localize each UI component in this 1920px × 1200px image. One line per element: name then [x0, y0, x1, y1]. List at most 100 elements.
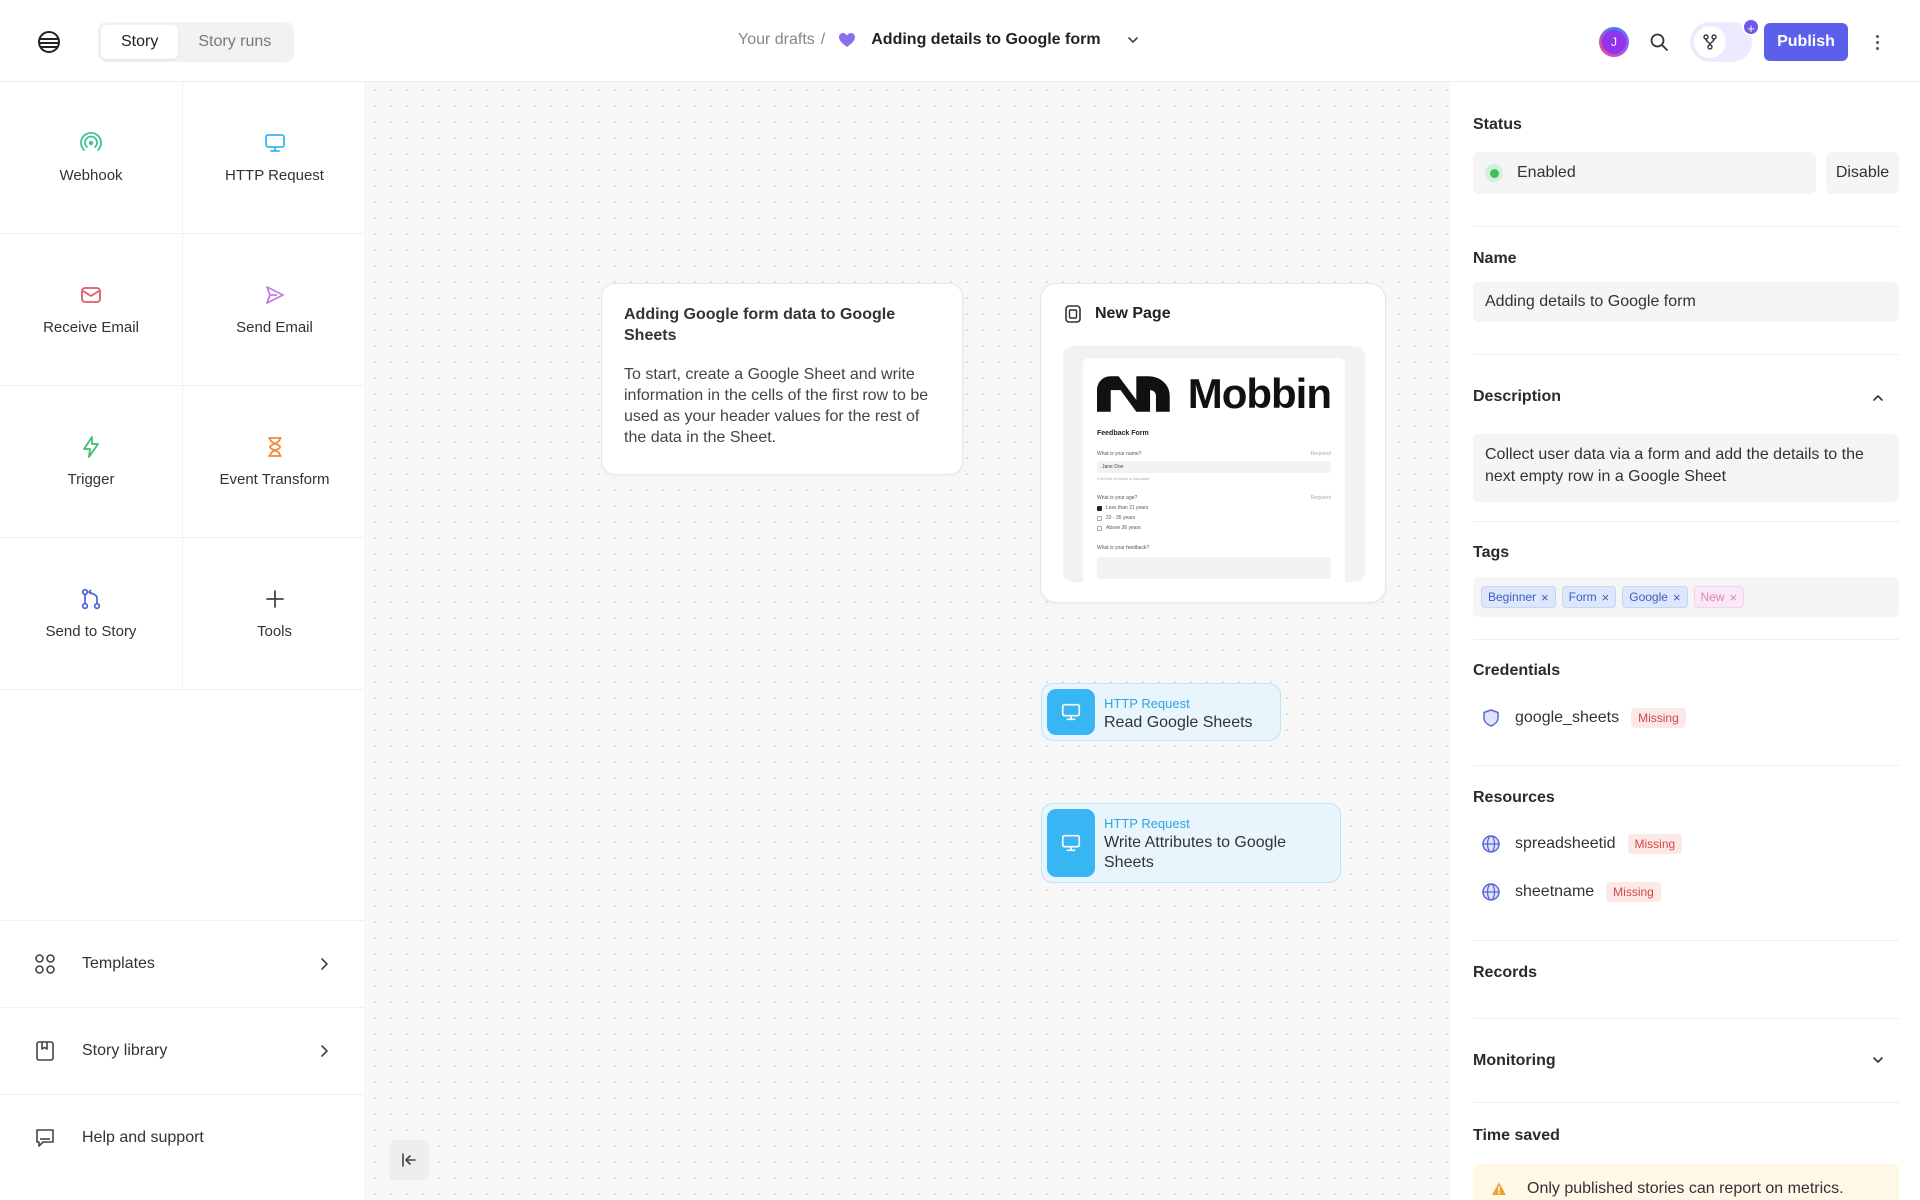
user-avatar[interactable]: J	[1599, 27, 1629, 57]
mail-icon	[81, 287, 101, 303]
tag-label: Beginner	[1488, 590, 1537, 604]
preview-option: Less than 21 years	[1097, 505, 1331, 511]
tool-webhook[interactable]: Webhook	[0, 82, 183, 234]
breadcrumb: Your drafts / Adding details to Google f…	[738, 30, 1141, 50]
resource-row[interactable]: spreadsheetid Missing	[1481, 834, 1683, 854]
chevron-up-icon[interactable]	[1870, 390, 1886, 406]
tags-field[interactable]: Beginner × Form × Google × New ×	[1473, 577, 1899, 617]
more-options-icon[interactable]	[1870, 30, 1884, 54]
tool-label: HTTP Request	[225, 167, 324, 184]
globe-icon	[1482, 883, 1500, 901]
description-textarea[interactable]: Collect user data via a form and add the…	[1473, 434, 1899, 502]
action-type-label: HTTP Request	[1104, 696, 1190, 711]
breadcrumb-parent-link[interactable]: Your drafts	[738, 31, 815, 49]
preview-question-label: What is your age?	[1097, 495, 1138, 501]
missing-badge: Missing	[1606, 882, 1661, 902]
tool-label: Webhook	[59, 167, 123, 184]
preview-required: Required	[1310, 495, 1331, 501]
app-logo-icon[interactable]	[36, 29, 62, 55]
divider	[1473, 940, 1899, 941]
branch-circle	[1694, 26, 1726, 58]
sidebar-item-templates[interactable]: Templates	[0, 920, 366, 1007]
credential-row[interactable]: google_sheets Missing	[1481, 708, 1686, 728]
tool-receive-email[interactable]: Receive Email	[0, 234, 183, 386]
note-card[interactable]: Adding Google form data to Google Sheets…	[601, 283, 963, 475]
disable-button[interactable]: Disable	[1826, 152, 1899, 194]
divider	[1473, 1102, 1899, 1103]
webhook-icon	[80, 131, 102, 151]
action-read-google-sheets[interactable]: HTTP Request Read Google Sheets	[1041, 683, 1281, 741]
tab-story[interactable]: Story	[101, 25, 179, 59]
action-write-attributes[interactable]: HTTP Request Write Attributes to Google …	[1041, 803, 1341, 883]
preview-form: Mobbin Feedback Form What is your name? …	[1083, 358, 1345, 582]
sidebar-item-label: Story library	[82, 1042, 168, 1059]
mobbin-mark-icon	[1097, 376, 1170, 412]
monitoring-heading: Monitoring	[1473, 1052, 1556, 1069]
preview-option: 22 - 35 years	[1097, 515, 1331, 521]
chevron-down-icon[interactable]	[1125, 32, 1141, 48]
properties-panel: Status Enabled Disable Name Description …	[1451, 82, 1920, 1200]
warning-icon	[1492, 1182, 1506, 1195]
alert-text: Only published stories can report on met…	[1527, 1180, 1844, 1197]
credentials-heading: Credentials	[1473, 662, 1561, 679]
story-canvas[interactable]: Adding Google form data to Google Sheets…	[367, 82, 1450, 1200]
search-icon[interactable]	[1647, 30, 1671, 54]
remove-tag-icon[interactable]: ×	[1602, 590, 1610, 605]
bookmark-icon	[36, 1041, 54, 1061]
name-input[interactable]	[1473, 282, 1899, 322]
tag-chip[interactable]: Google ×	[1622, 586, 1688, 608]
tool-event-transform[interactable]: Event Transform	[183, 386, 366, 538]
tool-send-email[interactable]: Send Email	[183, 234, 366, 386]
tab-story-runs[interactable]: Story runs	[178, 25, 291, 59]
description-heading: Description	[1473, 388, 1562, 405]
preview-question-label: What is your feedback?	[1097, 545, 1150, 551]
tool-send-to-story[interactable]: Send to Story	[0, 538, 183, 690]
divider	[1473, 765, 1899, 766]
globe-icon	[1482, 835, 1500, 853]
records-heading: Records	[1473, 964, 1538, 981]
monitor-icon	[264, 134, 285, 152]
tag-label: Form	[1568, 590, 1597, 604]
monitor-icon	[1061, 834, 1081, 852]
note-body: To start, create a Google Sheet and writ…	[624, 366, 929, 446]
sidebar-item-label: Templates	[82, 955, 155, 972]
preview-hint: Feel free to leave a nickname	[1097, 476, 1150, 481]
tag-chip[interactable]: Beginner ×	[1481, 586, 1556, 608]
preview-required: Required	[1310, 451, 1331, 457]
divider	[1473, 639, 1899, 640]
divider	[1473, 521, 1899, 522]
remove-tag-icon[interactable]: ×	[1541, 590, 1549, 605]
tag-chip[interactable]: Form ×	[1561, 586, 1617, 608]
tool-trigger[interactable]: Trigger	[0, 386, 183, 538]
chat-icon	[36, 1129, 54, 1147]
bolt-icon	[83, 436, 99, 458]
collapse-left-icon	[402, 1153, 416, 1167]
tag-label: New	[1700, 590, 1725, 604]
tag-chip[interactable]: New ×	[1693, 586, 1745, 608]
action-type-label: HTTP Request	[1104, 816, 1190, 831]
plus-badge-icon: +	[1742, 18, 1760, 36]
preview-question: What is your feedback?	[1097, 545, 1331, 551]
git-branch-icon	[81, 588, 101, 610]
sidebar-item-help-and-support[interactable]: Help and support	[0, 1094, 366, 1181]
preview-textarea	[1097, 557, 1331, 579]
sidebar-item-story-library[interactable]: Story library	[0, 1007, 366, 1094]
status-enabled-dot	[1485, 164, 1503, 182]
sidebar: Webhook HTTP Request Receive Email Send …	[0, 82, 366, 1200]
story-title[interactable]: Adding details to Google form	[871, 31, 1100, 49]
tool-tools[interactable]: Tools	[183, 538, 366, 690]
remove-tag-icon[interactable]: ×	[1673, 590, 1681, 605]
collapse-sidebar-button[interactable]	[389, 1140, 429, 1180]
plus-icon	[265, 590, 284, 608]
publish-button[interactable]: Publish	[1764, 23, 1848, 61]
page-card-title: New Page	[1095, 305, 1171, 322]
tool-http-request[interactable]: HTTP Request	[183, 82, 366, 234]
version-branch-button[interactable]: +	[1690, 18, 1760, 62]
resource-label: sheetname	[1515, 883, 1595, 900]
resource-row[interactable]: sheetname Missing	[1481, 882, 1661, 902]
page-card[interactable]: New Page Mobbin Feedback Form What is yo…	[1040, 283, 1386, 603]
tool-label: Tools	[256, 623, 293, 640]
chevron-down-icon[interactable]	[1870, 1052, 1886, 1068]
action-icon-tile	[1047, 689, 1095, 735]
remove-tag-icon[interactable]: ×	[1730, 590, 1738, 605]
